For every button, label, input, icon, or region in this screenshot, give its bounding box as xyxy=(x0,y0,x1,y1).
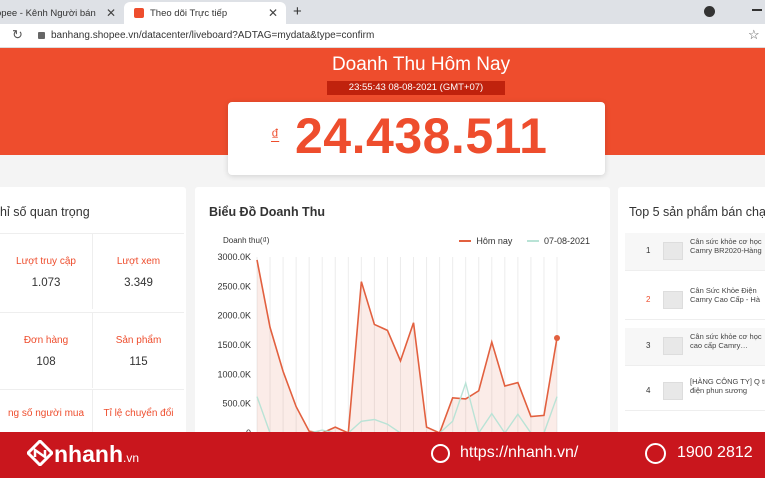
bookmark-star-icon[interactable]: ☆ xyxy=(748,27,760,43)
kpi-label: Sản phẩm xyxy=(115,335,162,346)
product-rank: 3 xyxy=(646,341,651,350)
kpi-label: Đơn hàng xyxy=(23,335,69,346)
browser-tab-bar: opee - Kênh Người bán ✕ Theo dõi Trực ti… xyxy=(0,0,765,24)
product-rank: 1 xyxy=(646,246,651,255)
product-rank: 2 xyxy=(646,295,651,304)
y-tick-label: 1000.0K xyxy=(217,369,251,379)
kpi-views[interactable]: Lượt xem 3.349 xyxy=(92,233,184,309)
kpi-label: Lượt xem xyxy=(116,256,161,267)
close-icon[interactable]: ✕ xyxy=(106,6,116,20)
kpi-value: 1.073 xyxy=(31,277,61,289)
product-name: Cân Sức Khỏe Điện Camry Cao Cấp - Hà xyxy=(690,286,761,304)
kpi-panel-title: hỉ số quan trọng xyxy=(0,205,90,219)
y-tick-label: 3000.0K xyxy=(217,252,251,262)
phone-icon xyxy=(645,443,666,464)
revenue-line-chart: 3000.0K 2500.0K 2000.0K 1500.0K 1000.0K 500.0… xyxy=(217,252,560,437)
kpi-products[interactable]: Sản phẩm 115 xyxy=(92,312,184,388)
product-row[interactable]: 3 Cân sức khỏe cơ học cao cấp Camry… xyxy=(625,328,765,366)
product-name: [HÀNG CÔNG TY] Q tích điện phun sương xyxy=(690,377,765,395)
website-link[interactable]: https://nhanh.vn/ xyxy=(460,444,578,462)
lock-icon[interactable] xyxy=(38,32,45,39)
product-name: Cân sức khỏe cơ học cao cấp Camry… xyxy=(690,332,762,350)
kpi-value: 115 xyxy=(129,356,148,368)
shopee-favicon-icon xyxy=(134,8,144,18)
product-rank: 4 xyxy=(646,386,651,395)
nhanh-footer-banner: nhanh.vn https://nhanh.vn/ 1900 2812 xyxy=(0,432,765,478)
kpi-label: ng số người mua xyxy=(7,408,85,419)
address-bar: ↻ banhang.shopee.vn/datacenter/liveboard… xyxy=(0,24,765,48)
new-tab-button[interactable]: + xyxy=(293,3,302,20)
revenue-chart-panel: Biểu Đồ Doanh Thu Doanh thu(₫) Hôm nay 0… xyxy=(195,187,610,437)
nhanh-logo-icon xyxy=(27,440,53,466)
currency-symbol: ₫ xyxy=(271,127,280,144)
top-products-panel: Top 5 sản phẩm bán chạy t 1 Cân sức khỏe… xyxy=(618,187,765,437)
product-name: Cân sức khỏe cơ học Camry BR2020-Hàng xyxy=(690,237,762,255)
product-row[interactable]: 1 Cân sức khỏe cơ học Camry BR2020-Hàng xyxy=(625,233,765,271)
timestamp-badge: 23:55:43 08-08-2021 (GMT+07) xyxy=(327,81,505,95)
last-point-marker xyxy=(554,334,560,341)
top-products-title: Top 5 sản phẩm bán chạy t xyxy=(629,205,765,219)
product-row[interactable]: 4 [HÀNG CÔNG TY] Q tích điện phun sương xyxy=(625,373,765,411)
brand-text: nhanh xyxy=(54,441,123,467)
product-thumbnail xyxy=(663,337,683,355)
product-row[interactable]: 2 Cân Sức Khỏe Điện Camry Cao Cấp - Hà xyxy=(625,282,765,320)
revenue-amount: 24.438.511 xyxy=(295,108,548,164)
y-tick-label: 500.0K xyxy=(222,399,251,409)
kpi-value: 108 xyxy=(36,356,56,368)
kpi-orders[interactable]: Đơn hàng 108 xyxy=(0,312,92,388)
revenue-total-card: ₫ 24.438.511 xyxy=(228,102,605,175)
kpi-value: 3.349 xyxy=(124,277,153,289)
page-title: Doanh Thu Hôm Nay xyxy=(331,54,511,75)
y-tick-label: 2000.0K xyxy=(217,311,251,321)
product-thumbnail xyxy=(663,291,683,309)
close-icon[interactable]: ✕ xyxy=(268,6,278,20)
profile-icon[interactable] xyxy=(704,6,715,17)
kpi-label: Tỉ lệ chuyển đổi xyxy=(103,408,174,419)
brand-suffix: .vn xyxy=(123,451,140,465)
tab-seller-center[interactable]: opee - Kênh Người bán ✕ xyxy=(0,2,124,24)
minimize-icon[interactable] xyxy=(752,9,762,11)
tab-live-tracking[interactable]: Theo dõi Trực tiếp ✕ xyxy=(124,2,286,24)
brand-name: nhanh.vn xyxy=(54,441,139,468)
globe-icon xyxy=(431,444,450,463)
kpi-panel: hỉ số quan trọng Lượt truy cập 1.073 Lượ… xyxy=(0,187,186,465)
phone-number[interactable]: 1900 2812 xyxy=(677,444,753,462)
product-thumbnail xyxy=(663,242,683,260)
series-area-today xyxy=(257,259,557,433)
tab-label: Theo dõi Trực tiếp xyxy=(150,7,228,19)
tab-label: opee - Kênh Người bán xyxy=(0,7,96,19)
kpi-visits[interactable]: Lượt truy cập 1.073 xyxy=(0,233,92,309)
reload-icon[interactable]: ↻ xyxy=(12,27,23,43)
kpi-label: Lượt truy cập xyxy=(16,256,76,267)
y-tick-label: 1500.0K xyxy=(217,340,251,350)
product-thumbnail xyxy=(663,382,683,400)
y-tick-label: 2500.0K xyxy=(217,281,251,291)
url-field[interactable]: banhang.shopee.vn/datacenter/liveboard?A… xyxy=(51,30,374,41)
